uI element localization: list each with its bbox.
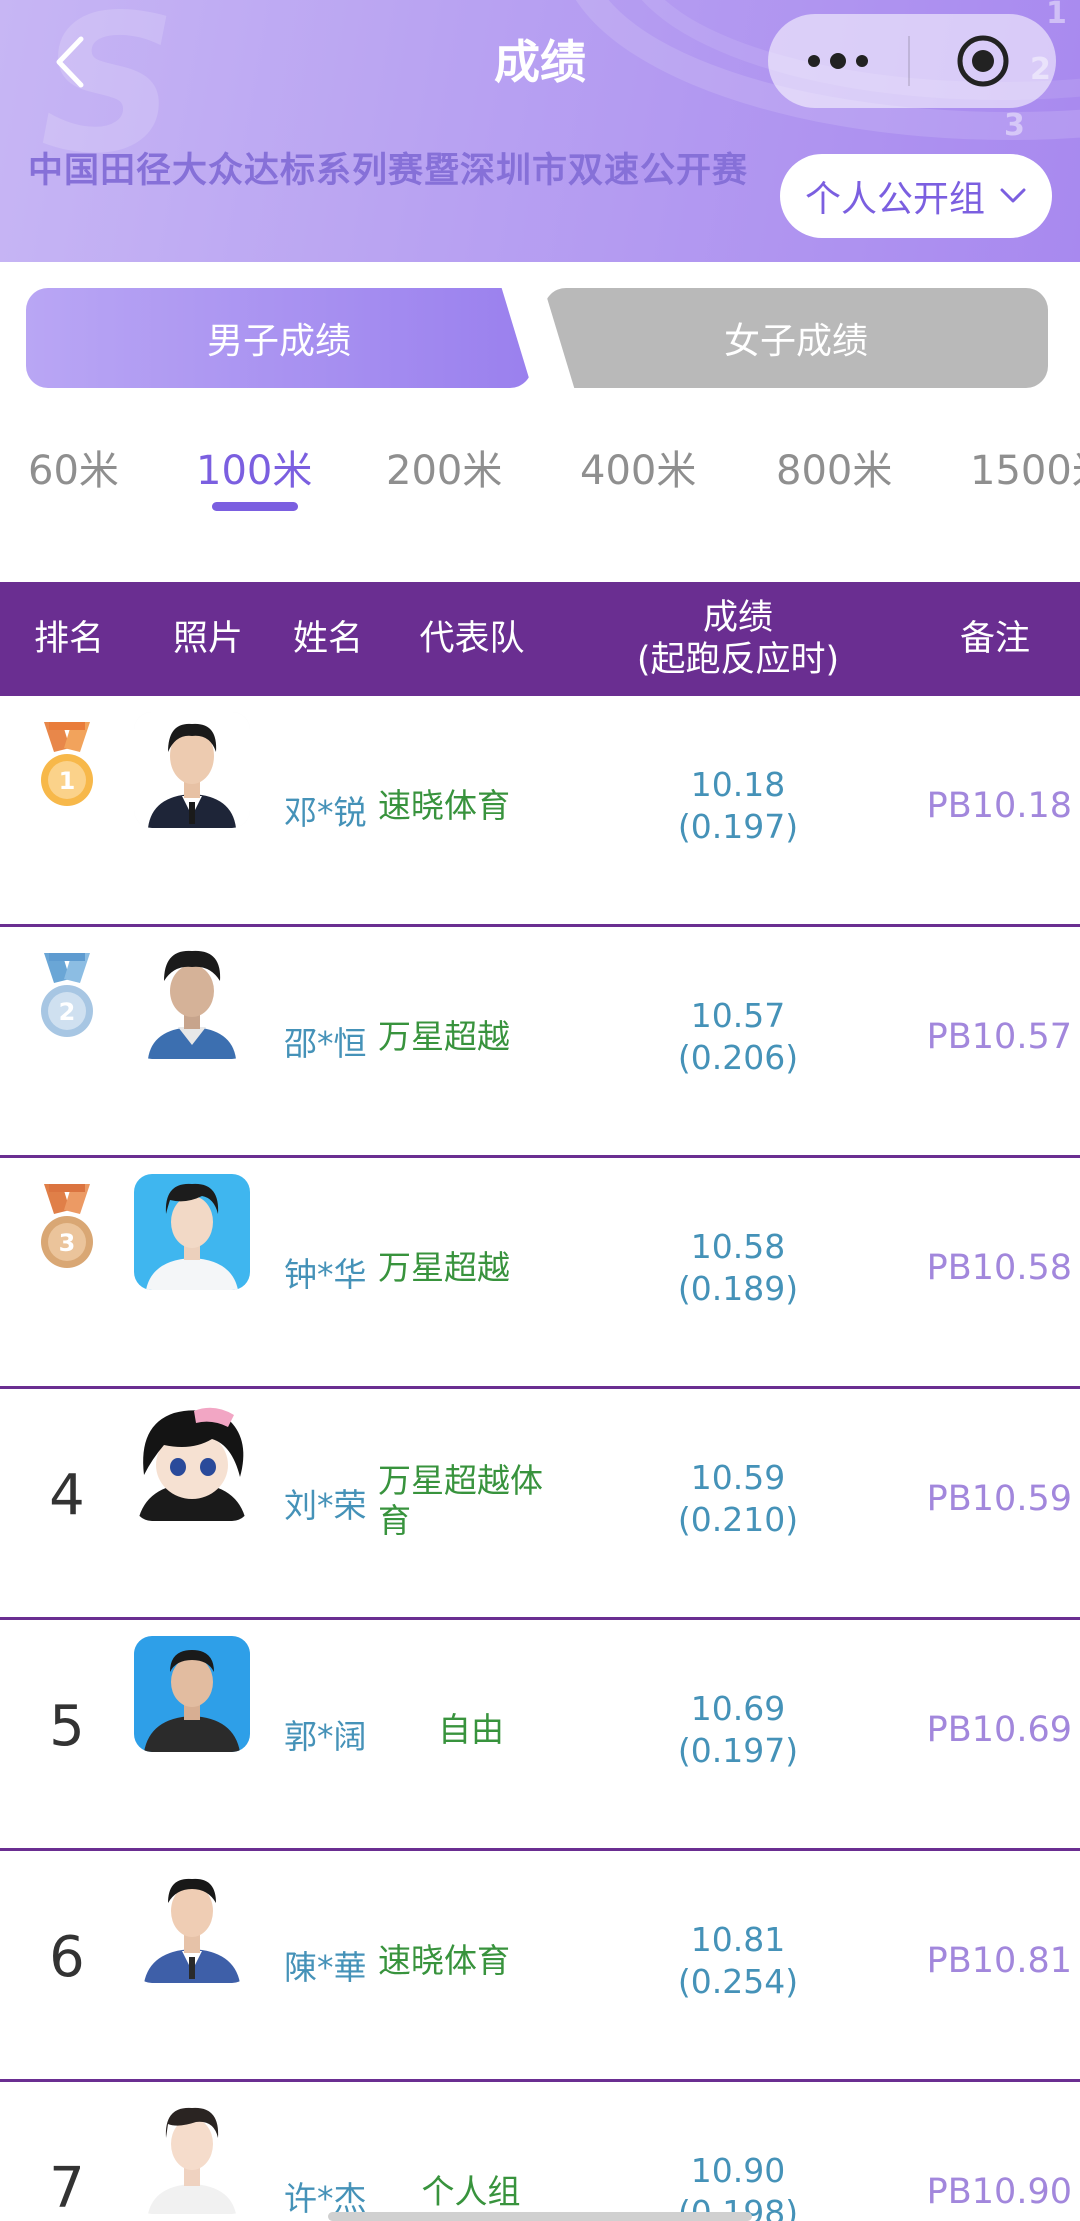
result-note: PB10.59	[926, 1479, 1072, 1519]
athlete-name: 邵*恒	[284, 1024, 367, 1063]
home-indicator[interactable]	[328, 2212, 752, 2221]
athlete-team: 万星超越体育	[378, 1461, 543, 1540]
athlete-team: 速晓体育	[378, 786, 510, 825]
results-table-header: 排名 照片 姓名 代表队 成绩 (起跑反应时) 备注	[0, 582, 1080, 696]
athlete-result: 10.18 (0.197)	[620, 764, 856, 848]
rank-number: 7	[49, 2156, 85, 2221]
more-button[interactable]	[768, 14, 908, 108]
result-note: PB10.18	[926, 786, 1072, 826]
target-close-icon	[957, 35, 1009, 87]
result-note: PB10.90	[926, 2172, 1072, 2212]
column-header-result: 成绩 (起跑反应时)	[610, 582, 866, 696]
athlete-photo	[134, 2098, 250, 2214]
result-time: 10.18	[690, 765, 786, 804]
result-note: PB10.57	[926, 1017, 1072, 1057]
athlete-team: 万星超越	[378, 1248, 510, 1287]
athlete-team: 万星超越	[378, 1017, 510, 1056]
column-header-result-subtitle: (起跑反应时)	[636, 640, 840, 680]
more-dots-icon	[808, 53, 868, 69]
result-note: PB10.58	[926, 1248, 1072, 1288]
event-name: 中国田径大众达标系列赛暨深圳市双速公开赛	[28, 151, 749, 191]
table-row[interactable]: 5 郭*阔 自由 10.69 (0.197) PB10.69	[0, 1620, 1080, 1851]
tab-male-results[interactable]: 男子成绩	[26, 288, 532, 388]
column-header-name: 姓名	[292, 619, 363, 659]
active-tab-indicator	[212, 502, 298, 511]
athlete-photo	[134, 1867, 250, 1983]
column-header-result-title: 成绩	[702, 598, 773, 638]
column-header-rank: 排名	[33, 619, 104, 659]
result-time: 10.58	[690, 1227, 786, 1266]
column-header-team: 代表队	[419, 619, 525, 659]
mini-program-capsule	[768, 14, 1056, 108]
result-reaction-time: (0.189)	[677, 1269, 799, 1308]
athlete-name: 刘*荣	[284, 1486, 367, 1525]
tab-400m[interactable]: 400米	[580, 436, 696, 506]
result-time: 10.81	[690, 1920, 786, 1959]
tab-200m[interactable]: 200米	[386, 436, 502, 506]
table-row[interactable]: 6 陳*華 速晓体育 10.81 (0.254) PB10.81	[0, 1851, 1080, 2082]
svg-text:2: 2	[59, 998, 76, 1026]
gold-medal-icon: 1	[41, 722, 93, 806]
athlete-result: 10.59 (0.210)	[620, 1457, 856, 1541]
svg-text:1: 1	[59, 767, 76, 795]
tab-800m[interactable]: 800米	[776, 436, 892, 506]
table-row[interactable]: 1 邓*锐 速晓体育 10.18 (0.197) PB10.18	[0, 696, 1080, 927]
tab-100m[interactable]: 100米	[196, 436, 312, 506]
silver-medal-icon: 2	[41, 953, 93, 1037]
table-row[interactable]: 2 邵*恒 万星超越 10.57 (0.206) PB10.57	[0, 927, 1080, 1158]
rank-number: 5	[49, 1694, 85, 1759]
athlete-name: 邓*锐	[284, 793, 367, 832]
athlete-name: 陳*華	[284, 1948, 367, 1987]
result-note: PB10.81	[926, 1941, 1072, 1981]
top-header: S 1 2 3 成绩 中国田径大众达标系列赛暨深圳市双速公开赛 个人公开组	[0, 0, 1080, 262]
group-dropdown-label: 个人公开组	[804, 179, 985, 220]
result-reaction-time: (0.254)	[677, 1962, 799, 2001]
result-note: PB10.69	[926, 1710, 1072, 1750]
result-time: 10.57	[690, 996, 786, 1035]
tab-female-results[interactable]: 女子成绩	[544, 288, 1048, 388]
table-row[interactable]: 7 许*杰 个人组 10.90 (0.198) PB10.90	[0, 2082, 1080, 2221]
athlete-photo	[134, 1405, 250, 1521]
rank-number: 4	[49, 1463, 85, 1528]
lane-number: 3	[1004, 108, 1025, 143]
bronze-medal-icon: 3	[41, 1184, 93, 1268]
athlete-result: 10.81 (0.254)	[620, 1919, 856, 2003]
column-header-note: 备注	[959, 619, 1030, 659]
column-header-photo: 照片	[172, 619, 243, 659]
athlete-photo	[134, 1174, 250, 1290]
athlete-result: 10.69 (0.197)	[620, 1688, 856, 1772]
athlete-result: 10.58 (0.189)	[620, 1226, 856, 1310]
result-reaction-time: (0.206)	[677, 1038, 799, 1077]
close-button[interactable]	[910, 14, 1056, 108]
result-reaction-time: (0.210)	[677, 1500, 799, 1539]
athlete-team: 速晓体育	[378, 1941, 510, 1980]
athlete-result: 10.90 (0.198)	[620, 2150, 856, 2221]
tab-1500m[interactable]: 1500米	[970, 436, 1080, 506]
svg-text:3: 3	[59, 1229, 76, 1257]
distance-tab-bar: 60米 100米 200米 400米 800米 1500米	[0, 436, 1080, 516]
group-dropdown[interactable]: 个人公开组	[780, 154, 1052, 238]
rank-number: 6	[49, 1925, 85, 1990]
result-reaction-time: (0.197)	[677, 807, 799, 846]
athlete-result: 10.57 (0.206)	[620, 995, 856, 1079]
result-reaction-time: (0.197)	[677, 1731, 799, 1770]
table-row[interactable]: 3 钟*华 万星超越 10.58 (0.189) PB10.58	[0, 1158, 1080, 1389]
athlete-name: 钟*华	[284, 1255, 367, 1294]
chevron-down-icon	[1000, 188, 1026, 203]
athlete-photo	[134, 712, 250, 828]
athlete-name: 郭*阔	[284, 1717, 367, 1756]
athlete-photo	[134, 1636, 250, 1752]
athlete-team: 个人组	[421, 2172, 521, 2211]
result-time: 10.90	[690, 2151, 786, 2190]
result-time: 10.59	[690, 1458, 786, 1497]
athlete-team: 自由	[438, 1710, 504, 1749]
table-row[interactable]: 4 刘*荣 万星超越体育 10.59 (0.210) PB10.59	[0, 1389, 1080, 1620]
athlete-photo	[134, 943, 250, 1059]
result-time: 10.69	[690, 1689, 786, 1728]
tab-60m[interactable]: 60米	[28, 436, 119, 506]
